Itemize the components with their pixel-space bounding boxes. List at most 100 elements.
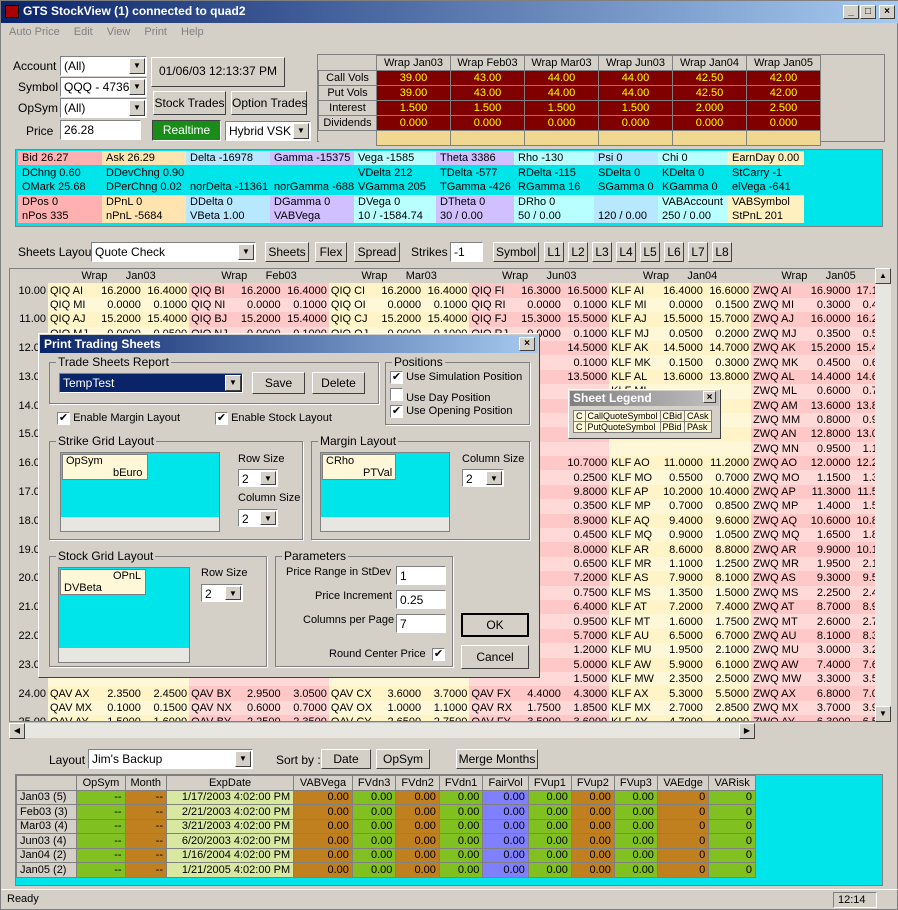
quote-cell[interactable]: 14.5000	[658, 340, 705, 356]
quote-cell[interactable]: 8.9000	[562, 513, 610, 529]
quote-cell[interactable]: 2.3500	[658, 671, 705, 687]
quote-cell[interactable]: 1.5000	[562, 671, 610, 687]
quote-cell[interactable]: ZWQ MT	[751, 614, 807, 629]
quote-cell[interactable]: 16.0000	[806, 312, 853, 327]
wrap-cell[interactable]: 44.00	[524, 70, 599, 86]
quote-cell[interactable]: KLF AU	[609, 628, 659, 644]
quote-cell[interactable]: 15.4000	[423, 312, 470, 327]
level-button-l8[interactable]: L8	[712, 242, 732, 262]
stock-row-select[interactable]: 2 ▼	[201, 584, 243, 602]
quote-cell[interactable]: 4.3000	[562, 686, 610, 701]
quote-cell[interactable]: QIQ MI	[48, 297, 97, 313]
quote-cell[interactable]: 12.0000	[806, 456, 853, 471]
quote-cell[interactable]: 1.8500	[562, 700, 610, 716]
quote-cell[interactable]: 14.4000	[806, 369, 853, 385]
quote-cell[interactable]: 13.5000	[562, 369, 610, 385]
quote-cell[interactable]: QIQ FJ	[469, 312, 517, 327]
dialog-title-bar[interactable]: Print Trading Sheets ×	[40, 335, 538, 353]
quote-cell[interactable]: KLF MR	[609, 556, 659, 572]
expiry-row[interactable]: Feb03 (3) -- -- 2/21/2003 4:02:00 PM 0.00 0.0…	[15, 804, 756, 820]
quote-cell[interactable]: 15.5000	[562, 312, 610, 327]
margin-col-select[interactable]: 2 ▼	[462, 469, 504, 487]
expiry-row[interactable]: Jan05 (2) -- -- 1/21/2005 4:02:00 PM 0.00 0.0…	[15, 862, 756, 878]
quote-cell[interactable]: KLF MW	[609, 671, 659, 687]
quote-cell[interactable]: QIQ CI	[328, 283, 377, 298]
quote-cell[interactable]: 3.6000	[562, 715, 610, 721]
quote-cell[interactable]: 11.3000	[806, 484, 853, 500]
quote-cell[interactable]: 1.0000	[376, 700, 424, 716]
quote-cell[interactable]: ZWQ AU	[751, 628, 807, 644]
cols-page-input[interactable]: 7	[396, 614, 446, 633]
quote-cell[interactable]: 0.7000	[658, 499, 705, 514]
quote-cell[interactable]: 0.0000	[516, 297, 563, 313]
expiry-row[interactable]: Mar03 (4) -- -- 3/21/2003 4:02:00 PM 0.00 0.0…	[15, 818, 756, 834]
round-price-checkbox[interactable]: ✔	[432, 648, 445, 661]
sheets-layout-select[interactable]: Quote Check ▼	[91, 242, 256, 262]
quote-cell[interactable]: 4.4000	[516, 686, 563, 701]
quote-cell[interactable]: 3.0500	[282, 686, 329, 701]
wrap-cell[interactable]: 2.500	[746, 100, 821, 116]
quote-cell[interactable]: 16.4000	[142, 283, 190, 298]
quote-cell[interactable]: ZWQ MU	[751, 643, 807, 658]
level-button-l2[interactable]: L2	[568, 242, 588, 262]
quote-cell[interactable]: 0.7000	[282, 700, 329, 716]
quote-cell[interactable]: QAV BY	[189, 715, 237, 721]
quote-cell[interactable]: 0.3000	[704, 355, 752, 370]
quote-cell[interactable]: 11.0000	[658, 456, 705, 471]
quote-cell[interactable]: 14.5000	[562, 340, 610, 356]
quote-cell[interactable]: 1.0500	[704, 528, 752, 543]
quote-cell[interactable]: 1.5000	[96, 715, 143, 721]
quote-cell[interactable]: 3.7000	[423, 686, 470, 701]
quote-cell[interactable]: KLF AR	[609, 542, 659, 557]
quote-cell[interactable]: 16.2000	[236, 283, 283, 298]
quote-cell[interactable]: QAV CY	[328, 715, 377, 721]
wrap-cell[interactable]: 44.00	[598, 85, 673, 101]
quote-cell[interactable]: 0.4500	[562, 528, 610, 543]
legend-title-bar[interactable]: Sheet Legend ×	[570, 391, 719, 406]
quote-cell[interactable]: KLF AW	[609, 657, 659, 672]
quote-cell[interactable]: 0.0000	[236, 297, 283, 313]
quote-cell[interactable]: 0.4500	[806, 355, 853, 370]
margin-grid-preview[interactable]: CRho PTVal	[320, 452, 450, 532]
wrap-cell[interactable]: 2.000	[672, 100, 747, 116]
title-bar[interactable]: GTS StockView (1) connected to quad2 _ □…	[1, 1, 898, 23]
quote-cell[interactable]: 2.7500	[423, 715, 470, 721]
quote-cell[interactable]: 4.7000	[658, 715, 705, 721]
quote-cell[interactable]: 0.3500	[562, 499, 610, 514]
quote-cell[interactable]: 3.0000	[806, 643, 853, 658]
quote-cell[interactable]: KLF AO	[609, 456, 659, 471]
quote-cell[interactable]: 15.7000	[704, 312, 752, 327]
wrap-cell[interactable]: 0.000	[376, 115, 451, 131]
quote-cell[interactable]: 2.3500	[96, 686, 143, 701]
margin-grid-hscroll[interactable]	[321, 517, 449, 531]
quote-cell[interactable]: 2.3500	[282, 715, 329, 721]
wrap-cell[interactable]: 44.00	[524, 85, 599, 101]
quote-cell[interactable]: 13.6000	[806, 398, 853, 413]
quote-cell[interactable]: KLF AI	[609, 283, 659, 298]
use-day-checkbox[interactable]: Use Day Position	[390, 388, 490, 404]
quote-cell[interactable]: 0.8500	[704, 499, 752, 514]
quote-cell[interactable]: 12.8000	[806, 427, 853, 442]
quote-cell[interactable]: QAV NX	[189, 700, 237, 716]
quote-cell[interactable]: QAV MX	[48, 700, 97, 716]
symbol-button[interactable]: Symbol	[493, 242, 539, 262]
quote-cell[interactable]: 0.1000	[423, 297, 470, 313]
quote-cell[interactable]: 13.6000	[658, 369, 705, 385]
quote-cell[interactable]: ZWQ MW	[751, 671, 807, 687]
quote-cell[interactable]: ZWQ MJ	[751, 326, 807, 341]
quote-cell[interactable]: 2.5000	[704, 671, 752, 687]
sort-opsym-button[interactable]: OpSym	[376, 749, 430, 769]
use-sim-checkbox[interactable]: ✔ Use Simulation Position	[390, 371, 522, 384]
quote-cell[interactable]: KLF AQ	[609, 513, 659, 529]
quote-cell[interactable]: QAV BX	[189, 686, 237, 701]
quote-cell[interactable]: KLF MO	[609, 470, 659, 485]
quote-cell[interactable]: ZWQ MI	[751, 297, 807, 313]
level-button-l4[interactable]: L4	[616, 242, 636, 262]
quote-cell[interactable]: 1.7500	[704, 614, 752, 629]
quote-cell[interactable]: 15.3000	[516, 312, 563, 327]
quote-cell[interactable]: ZWQ AJ	[751, 312, 807, 327]
quote-cell[interactable]: 8.8000	[704, 542, 752, 557]
quote-cell[interactable]: 14.7000	[704, 340, 752, 356]
delete-button[interactable]: Delete	[312, 372, 365, 394]
menu-item-2[interactable]: View	[107, 26, 131, 38]
